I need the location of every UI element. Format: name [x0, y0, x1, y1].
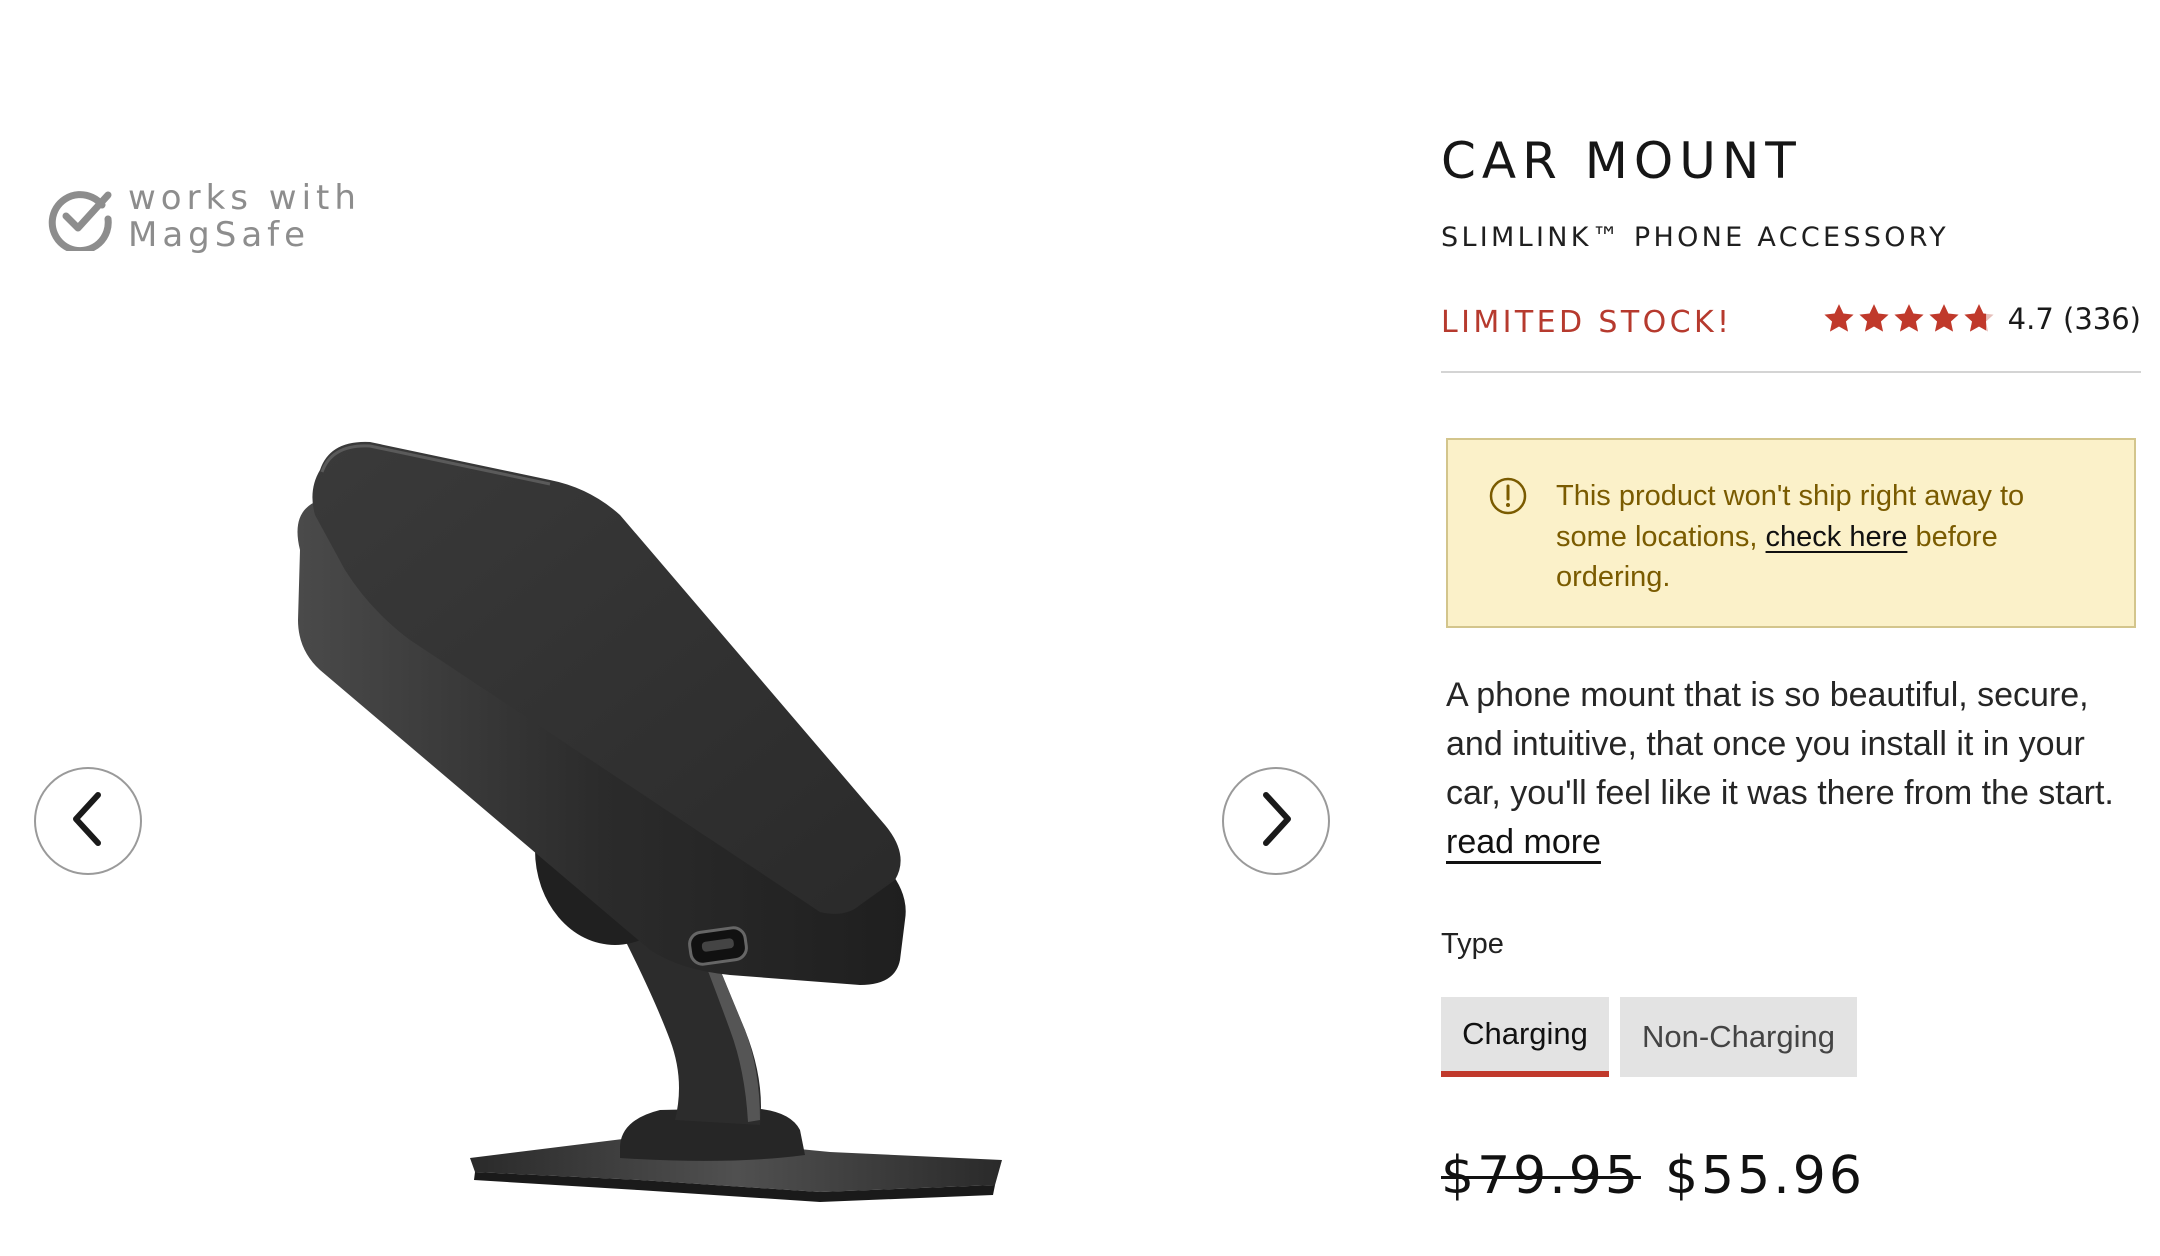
star-icon	[1822, 302, 1856, 336]
alert-circle-icon	[1488, 476, 1528, 626]
divider	[1441, 371, 2141, 373]
star-icon	[1927, 302, 1961, 336]
price: $79.95 $55.96	[1441, 1146, 1865, 1206]
type-option-charging[interactable]: Charging	[1441, 997, 1609, 1077]
product-description: A phone mount that is so beautiful, secu…	[1446, 671, 2146, 867]
badge-line-2: MagSafe	[128, 215, 311, 255]
description-text: A phone mount that is so beautiful, secu…	[1446, 676, 2114, 812]
type-options: Charging Non-Charging	[1441, 997, 1857, 1077]
works-with-magsafe-badge: works with MagSafe	[46, 180, 361, 254]
check-here-link[interactable]: check here	[1766, 521, 1908, 553]
shipping-notice: This product won't ship right away to so…	[1446, 438, 2136, 628]
product-subtitle: SLIMLINK™ PHONE ACCESSORY	[1441, 222, 1949, 253]
sale-price: $55.96	[1664, 1146, 1865, 1206]
stock-status: LIMITED STOCK!	[1441, 305, 1733, 340]
type-option-non-charging[interactable]: Non-Charging	[1620, 997, 1857, 1077]
type-label: Type	[1441, 928, 1504, 960]
previous-image-button[interactable]	[34, 767, 142, 875]
rating-stars	[1822, 302, 1996, 336]
check-circle-icon	[46, 183, 114, 251]
car-mount-product-image	[260, 440, 1120, 1220]
chevron-left-icon	[68, 791, 108, 851]
star-partial-icon	[1962, 302, 1996, 336]
product-title: CAR MOUNT	[1441, 132, 1802, 190]
rating-summary[interactable]: 4.7 (336)	[2008, 302, 2141, 336]
chevron-right-icon	[1256, 791, 1296, 851]
product-rating[interactable]: 4.7 (336)	[1822, 302, 2141, 336]
product-gallery: works with MagSafe	[0, 0, 1360, 1256]
next-image-button[interactable]	[1222, 767, 1330, 875]
shipping-notice-text: This product won't ship right away to so…	[1556, 476, 2096, 626]
star-icon	[1892, 302, 1926, 336]
star-icon	[1857, 302, 1891, 336]
read-more-link[interactable]: read more	[1446, 823, 1601, 861]
original-price: $79.95	[1441, 1146, 1641, 1206]
badge-line-1: works with	[128, 178, 361, 218]
